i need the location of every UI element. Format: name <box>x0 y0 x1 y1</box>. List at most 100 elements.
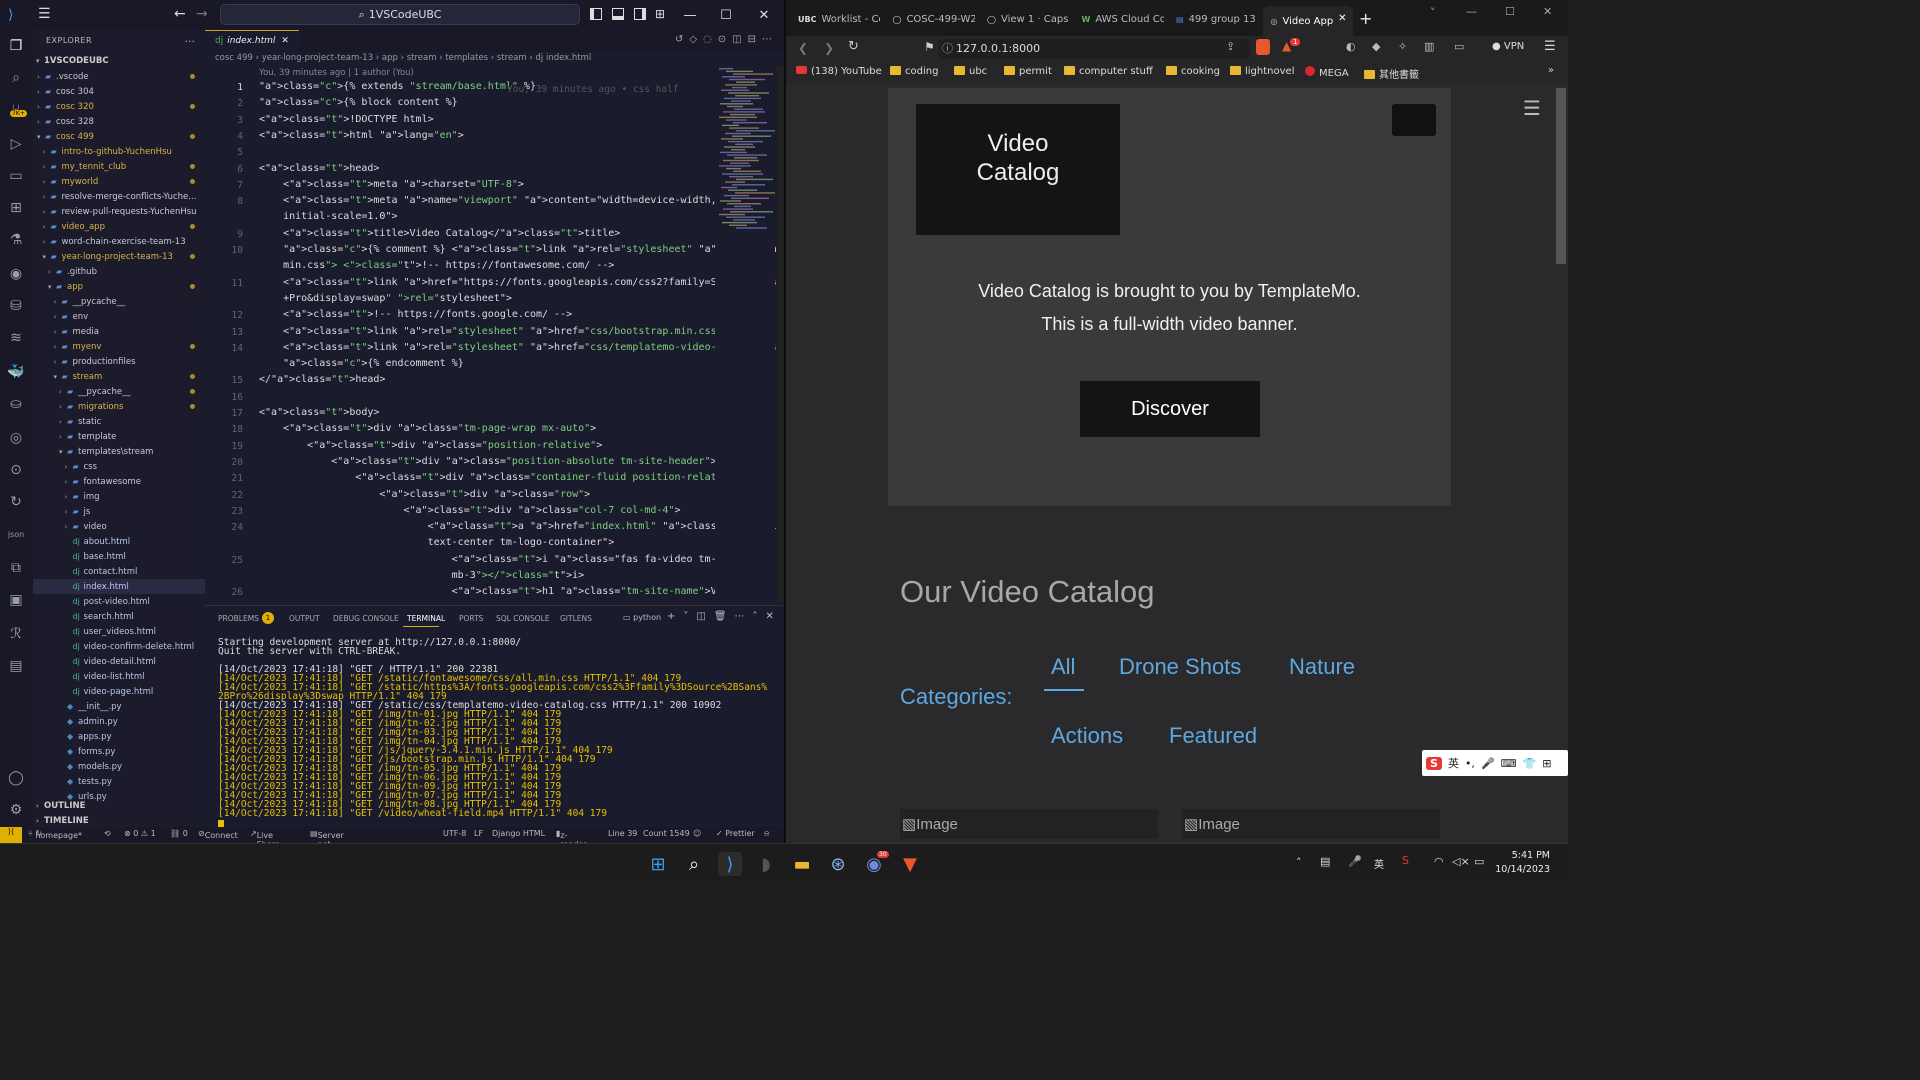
connect-status[interactable]: ⊘ Connect <box>198 829 238 840</box>
code-line[interactable]: <"a">class="t">!DOCTYPE html> <box>259 114 434 125</box>
code-line[interactable]: <"a">class="t">meta "a">name="viewport" … <box>259 195 717 206</box>
system-clock[interactable]: 5:41 PM 10/14/2023 <box>1495 849 1550 877</box>
notifications-bell-icon[interactable]: ⍾ <box>764 829 769 839</box>
close-tab-icon[interactable]: ✕ <box>1338 13 1346 24</box>
tray-app-icon[interactable]: ▤ <box>1320 855 1330 868</box>
tree-folder[interactable]: › ▰ .vscode <box>33 69 205 84</box>
panel-tab[interactable]: GITLENS <box>560 614 592 623</box>
ime-language[interactable]: 英 <box>1448 755 1459 771</box>
reader-icon[interactable]: ℛ <box>6 624 26 644</box>
tree-folder[interactable]: ▾ ▰ year-long-project-team-13 <box>33 249 205 264</box>
video-thumbnail-1[interactable]: ▧Image <box>900 809 1158 839</box>
codelens-blame[interactable]: You, 39 minutes ago | 1 author (You) <box>259 68 414 78</box>
start-button[interactable]: ⊞ <box>646 852 670 876</box>
browser-menu-icon[interactable]: ☰ <box>1544 39 1556 54</box>
forward-icon[interactable]: ❯ <box>824 41 834 55</box>
tree-folder[interactable]: › ▰ video <box>33 519 205 534</box>
workspace-root[interactable]: ▾ 1VSCODEUBC <box>33 54 205 69</box>
video-thumbnail-2[interactable]: ▧Image <box>1182 809 1440 839</box>
code-line[interactable]: <"a">class="t">html "a">lang="en"> <box>259 130 464 141</box>
explorer-icon[interactable]: ❐ <box>6 36 26 56</box>
language-status[interactable]: Django HTML <box>492 829 545 838</box>
code-line[interactable]: <"a">class="t">i "a">class="fas fa-video… <box>259 554 771 565</box>
category-nature[interactable]: Nature <box>1289 654 1355 680</box>
ime-toolbar[interactable]: S 英 •, 🎤 ⌨ 👕 ⊞ <box>1422 750 1568 776</box>
docker-icon[interactable]: 🐳 <box>6 362 26 382</box>
tree-folder[interactable]: › ▰ migrations <box>33 399 205 414</box>
tree-folder[interactable]: › ▰ cosc 304 <box>33 84 205 99</box>
category-actions[interactable]: Actions <box>1051 723 1123 749</box>
scrollbar-thumb[interactable] <box>1556 88 1566 264</box>
tree-file[interactable]: dj search.html <box>33 609 205 624</box>
keyboard-icon[interactable]: ⌨ <box>1501 757 1517 770</box>
gitlens-icon[interactable]: ◉ <box>6 264 26 284</box>
tree-folder[interactable]: › ▰ media <box>33 324 205 339</box>
toggle-secondary-sidebar-icon[interactable] <box>634 8 646 20</box>
category-featured[interactable]: Featured <box>1169 723 1257 749</box>
code-line[interactable]: "a">class="c">{% extends "stream/base.ht… <box>259 81 536 92</box>
bookmark-item[interactable]: 其他書籤 <box>1364 66 1419 81</box>
volume-icon[interactable]: ◁× <box>1452 855 1470 868</box>
bookmark-item[interactable]: cooking <box>1166 66 1220 77</box>
wifi-icon[interactable]: ◠ <box>1434 855 1444 868</box>
code-line[interactable]: <"a">class="t">h1 "a">class="tm-site-nam… <box>259 586 741 597</box>
line-status[interactable]: Line 39 <box>608 829 637 838</box>
breadcrumb[interactable]: cosc 499 › year-long-project-team-13 › a… <box>215 53 591 63</box>
code-line[interactable]: <"a">class="t">head> <box>259 163 379 174</box>
more-actions-icon[interactable]: ··· <box>185 35 196 48</box>
tree-folder[interactable]: › ▰ productionfiles <box>33 354 205 369</box>
new-tab-icon[interactable]: + <box>1359 9 1372 28</box>
tree-folder[interactable]: ▾ ▰ cosc 499 <box>33 129 205 144</box>
bookmark-icon[interactable]: ▣ <box>6 590 26 610</box>
tree-file[interactable]: dj video-confirm-delete.html <box>33 639 205 654</box>
close-tab-icon[interactable]: ✕ <box>281 36 289 46</box>
tree-folder[interactable]: › ▰ resolve-merge-conflicts-Yuche... <box>33 189 205 204</box>
code-line[interactable]: <"a">class="t">link "a">rel="stylesheet"… <box>259 326 729 337</box>
tree-folder[interactable]: › ▰ intro-to-github-YuchenHsu <box>33 144 205 159</box>
bookmark-item[interactable]: ubc <box>954 66 987 77</box>
wallet-icon[interactable]: ▭ <box>1454 40 1464 53</box>
brave-taskbar-icon[interactable]: ▼ <box>898 852 922 876</box>
bookmark-page-icon[interactable]: ⚑ <box>924 40 935 54</box>
punctuation-icon[interactable]: •, <box>1465 757 1475 770</box>
code-line[interactable]: mb-3"></">class="t">i> <box>259 570 585 581</box>
tree-file[interactable]: dj user_videos.html <box>33 624 205 639</box>
tree-file[interactable]: dj video-page.html <box>33 684 205 699</box>
editor-actions[interactable]: ↺◇◌⊙◫⊟⋯ <box>675 34 778 45</box>
tree-folder[interactable]: › ▰ video_app <box>33 219 205 234</box>
code-line[interactable]: <"a">class="t">div "a">class="position-a… <box>259 456 716 467</box>
tree-file[interactable]: dj index.html <box>33 579 205 594</box>
site-logo[interactable]: Video Catalog <box>916 104 1120 235</box>
account-icon[interactable]: ◯ <box>6 768 26 788</box>
nav-toggle-button[interactable] <box>1392 104 1436 136</box>
json-icon[interactable]: json <box>6 524 26 544</box>
brave-shield-icon[interactable] <box>1256 39 1270 55</box>
panel-tab[interactable]: SQL CONSOLE <box>496 614 550 623</box>
chat-icon[interactable]: ▤ <box>6 656 26 676</box>
tree-folder[interactable]: ▾ ▰ templates\stream <box>33 444 205 459</box>
testing-icon[interactable]: ⚗ <box>6 230 26 250</box>
bookmark-item[interactable]: coding <box>890 66 938 77</box>
discover-button[interactable]: Discover <box>1080 381 1260 437</box>
structure-icon[interactable]: ⧉ <box>6 558 26 578</box>
extensions-icon[interactable]: ⊞ <box>6 198 26 218</box>
tree-folder[interactable]: ▾ ▰ stream <box>33 369 205 384</box>
tree-folder[interactable]: › ▰ env <box>33 309 205 324</box>
tree-folder[interactable]: › ▰ css <box>33 459 205 474</box>
tree-folder[interactable]: › ▰ js <box>33 504 205 519</box>
extension-icon-1[interactable]: ◐ <box>1346 40 1356 53</box>
code-line[interactable]: initial-scale=1.0"> <box>259 211 397 222</box>
code-line[interactable]: min.css"> <">class="t">!-- https://fonta… <box>259 260 614 271</box>
encoding-status[interactable]: UTF-8 <box>443 829 466 838</box>
code-line[interactable]: <"a">class="t">div "a">class="position-r… <box>259 440 602 451</box>
back-icon[interactable]: ❮ <box>798 41 808 55</box>
code-line[interactable]: </"a">class="t">head> <box>259 374 385 385</box>
search-icon[interactable]: ⌕ <box>6 68 26 88</box>
code-line[interactable]: <"a">class="t">body> <box>259 407 379 418</box>
url-input[interactable]: ⓘ 127.0.0.1:8000 <box>938 39 1250 59</box>
tree-folder[interactable]: › ▰ cosc 320 <box>33 99 205 114</box>
tree-folder[interactable]: › ▰ my_tennit_club <box>33 159 205 174</box>
tray-sogou-icon[interactable]: S <box>1402 854 1409 867</box>
code-line[interactable]: <"a">class="t">div "a">class="container-… <box>259 472 746 483</box>
toggle-sidebar-icon[interactable] <box>590 8 602 20</box>
